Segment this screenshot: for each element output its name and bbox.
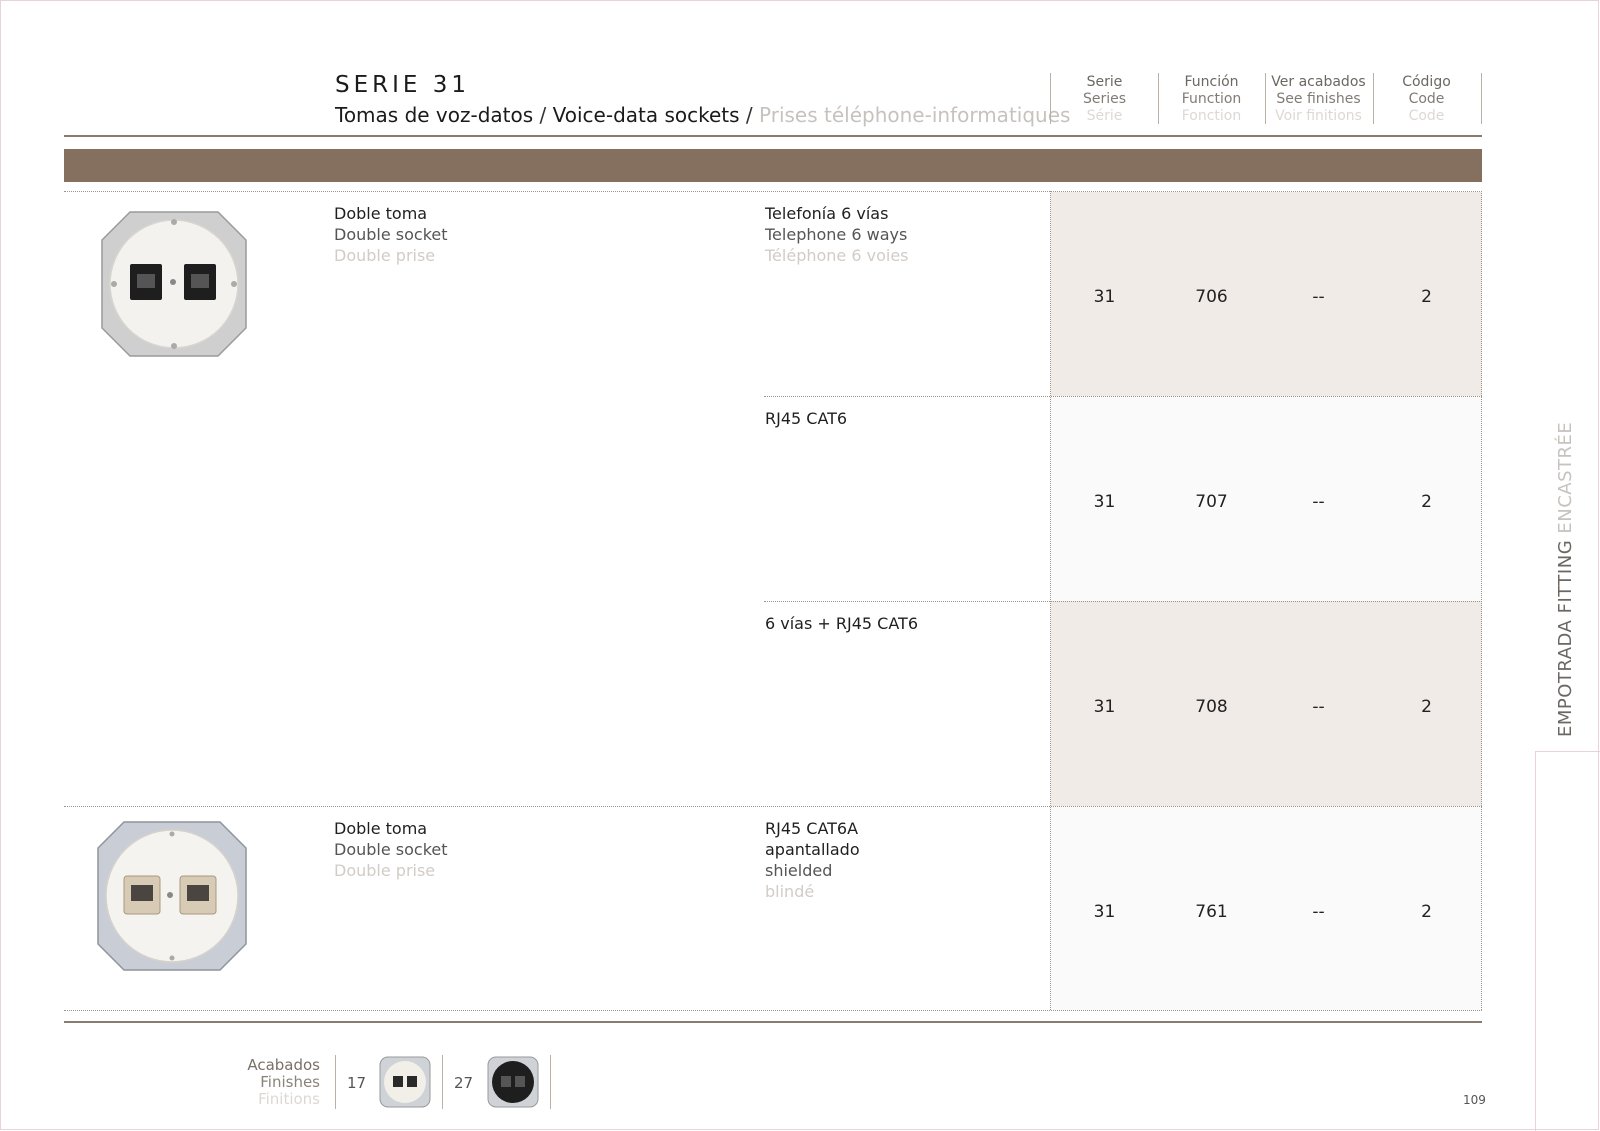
subtitle-fr: Prises téléphone-informatiques (759, 103, 1071, 127)
subtitle-es: Tomas de voz-datos (335, 103, 534, 127)
function-line: shielded (765, 861, 833, 880)
column-header-es: Función (1184, 74, 1239, 90)
section-band (64, 149, 1482, 182)
product-name-es: Doble toma (334, 204, 428, 223)
column-header-codigo: Código Code Code (1373, 74, 1480, 125)
page-number: 109 (1463, 1093, 1486, 1107)
finishes-label-en: Finishes (260, 1073, 320, 1091)
function-line: 6 vías + RJ45 CAT6 (765, 614, 919, 633)
column-header-acabados: Ver acabados See finishes Voir finitions (1265, 74, 1372, 125)
series-subtitle: Tomas de voz-datos / Voice-data sockets … (335, 103, 1070, 127)
finish-code: 17 (347, 1074, 367, 1092)
subtitle-separator: / (533, 103, 553, 127)
cell-codigo: 2 (1421, 287, 1432, 307)
product-name-en: Double socket (334, 840, 448, 859)
column-divider (1050, 191, 1051, 1010)
cell-acabados: -- (1312, 902, 1325, 922)
finishes-divider (442, 1055, 443, 1109)
cell-codigo: 2 (1421, 902, 1432, 922)
side-tab-border (1535, 751, 1600, 752)
cell-codigo: 2 (1421, 697, 1432, 717)
product-name: Doble toma Double socket Double prise (334, 818, 448, 881)
side-tab-border (1535, 751, 1536, 1131)
cell-serie: 31 (1093, 287, 1116, 307)
function-line: blindé (765, 882, 815, 901)
cell-funcion: 761 (1195, 902, 1228, 922)
cell-acabados: -- (1312, 697, 1325, 717)
side-label-primary: EMPOTRADA FITTING (1555, 533, 1576, 737)
cell-codigo: 2 (1421, 492, 1432, 512)
column-header-funcion: Función Function Fonction (1158, 74, 1265, 125)
double-socket-product-image (101, 211, 247, 357)
product-name-fr: Double prise (334, 246, 436, 265)
function-line: RJ45 CAT6A (765, 819, 859, 838)
function-description: Telefonía 6 vías Telephone 6 ways Téléph… (765, 203, 909, 266)
product-name-fr: Double prise (334, 861, 436, 880)
function-line: Telephone 6 ways (765, 225, 908, 244)
column-header-en: Series (1082, 91, 1127, 107)
row-divider (64, 191, 1482, 192)
cell-serie: 31 (1093, 902, 1116, 922)
function-description: RJ45 CAT6 (765, 408, 847, 429)
column-header-fr: Code (1408, 108, 1445, 124)
function-line: RJ45 CAT6 (765, 409, 848, 428)
finishes-divider (550, 1055, 551, 1109)
column-header-es: Serie (1086, 74, 1123, 90)
finishes-label-fr: Finitions (258, 1090, 320, 1108)
column-header-en: Code (1408, 91, 1445, 107)
header-rule (64, 135, 1482, 137)
column-header-en: See finishes (1276, 91, 1361, 107)
product-name: Doble toma Double socket Double prise (334, 203, 448, 266)
column-header-fr: Série (1086, 108, 1123, 124)
column-header-es: Código (1402, 74, 1451, 90)
cell-serie: 31 (1093, 492, 1116, 512)
column-header-en: Function (1181, 91, 1242, 107)
finishes-label-es: Acabados (247, 1056, 320, 1074)
product-name-en: Double socket (334, 225, 448, 244)
product-name-es: Doble toma (334, 819, 428, 838)
finish-swatch-white[interactable] (378, 1055, 432, 1109)
row-divider (764, 396, 1482, 397)
cell-funcion: 707 (1195, 492, 1228, 512)
column-header-es: Ver acabados (1271, 74, 1366, 90)
row-divider (64, 1010, 1482, 1011)
row-divider (764, 601, 1482, 602)
function-line: apantallado (765, 840, 860, 859)
series-title: SERIE 31 (335, 72, 471, 98)
column-divider (1481, 191, 1482, 1010)
finish-swatch-black[interactable] (486, 1055, 540, 1109)
subtitle-separator: / (739, 103, 760, 127)
column-header-serie: Serie Series Série (1051, 74, 1158, 125)
cell-funcion: 708 (1195, 697, 1228, 717)
side-section-label: EMPOTRADA FITTING ENCASTRÉE (1555, 422, 1576, 737)
function-description: 6 vías + RJ45 CAT6 (765, 613, 918, 634)
double-socket-shielded-product-image (97, 821, 247, 971)
cell-acabados: -- (1312, 492, 1325, 512)
header-divider (1481, 73, 1482, 124)
row-divider (64, 806, 1482, 807)
cell-serie: 31 (1093, 697, 1116, 717)
finishes-divider (335, 1055, 336, 1109)
function-line: Telefonía 6 vías (765, 204, 889, 223)
finishes-label: Acabados Finishes Finitions (200, 1057, 320, 1108)
cell-funcion: 706 (1195, 287, 1228, 307)
cell-acabados: -- (1312, 287, 1325, 307)
column-header-fr: Fonction (1181, 108, 1242, 124)
side-label-secondary: ENCASTRÉE (1555, 421, 1576, 534)
subtitle-en: Voice-data sockets (552, 103, 740, 127)
function-description: RJ45 CAT6A apantallado shielded blindé (765, 818, 860, 902)
function-line: Téléphone 6 voies (765, 246, 909, 265)
finish-code: 27 (454, 1074, 474, 1092)
footer-rule (64, 1021, 1482, 1023)
column-header-fr: Voir finitions (1275, 108, 1362, 124)
